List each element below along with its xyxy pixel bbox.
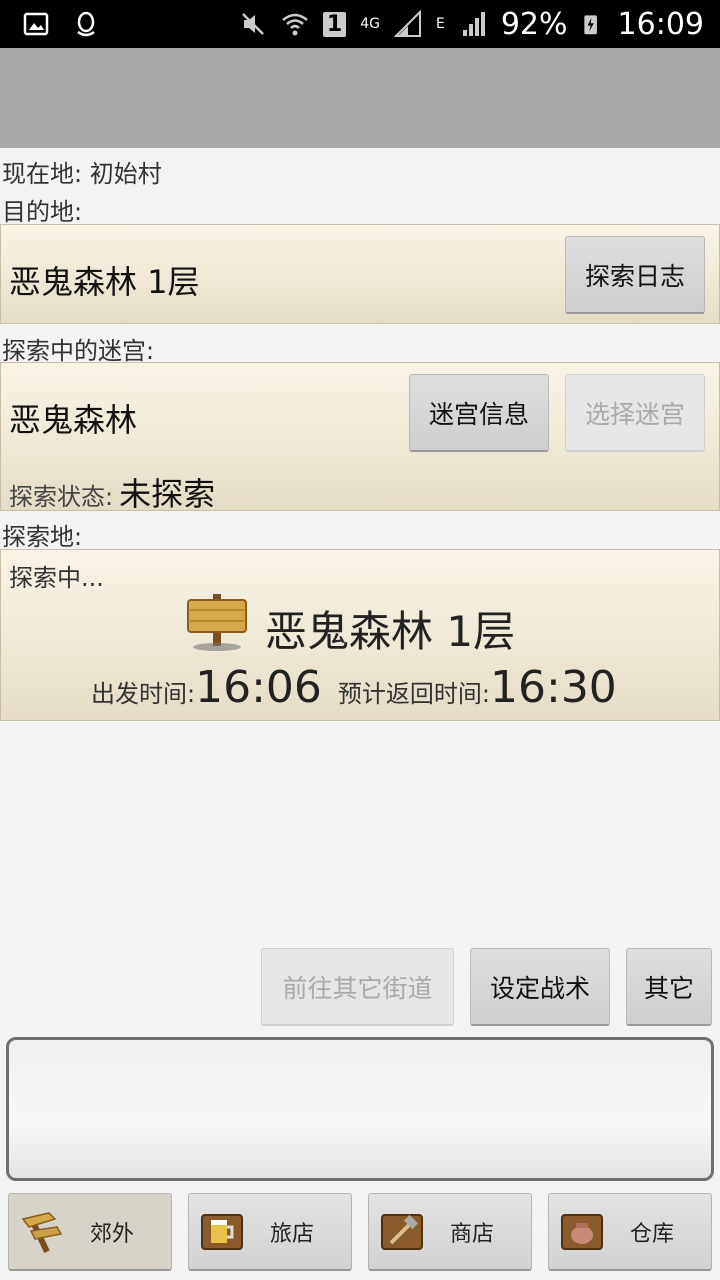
nav-item-outskirts[interactable]: 郊外 [8,1193,172,1271]
signal-icon [393,10,421,37]
app-bar [0,48,720,148]
signpost-icon [187,594,247,651]
nav-label-warehouse: 仓库 [629,1221,674,1247]
qq-icon [77,11,95,37]
destination-panel: 恶鬼森林 1层 探索日志 [0,224,720,324]
explore-status-value: 未探索 [119,475,216,513]
time-row: 出发时间: 16:06 预计返回时间: 16:30 [91,662,617,713]
explore-log-button[interactable]: 探索日志 [565,236,705,314]
maze-label: 探索中的迷宫: [2,337,155,365]
select-maze-button[interactable]: 选择迷宫 [565,374,705,452]
explore-state: 探索中... [9,564,104,592]
clock: 16:09 [617,6,704,42]
set-tactics-button[interactable]: 设定战术 [470,948,610,1026]
explore-panel: 探索中... 恶鬼森林 1层 出发时间: 16:06 预计返回时间: 16:30 [0,549,720,721]
gallery-icon [23,12,49,36]
maze-info-button[interactable]: 迷宫信息 [409,374,549,452]
nav-item-shop[interactable]: 商店 [368,1193,532,1271]
wifi-icon [282,13,308,36]
return-time: 16:30 [490,662,617,713]
maze-panel: 恶鬼森林 迷宫信息 选择迷宫 探索状态: 未探索 [0,362,720,513]
signpost-icon [21,1211,63,1253]
other-street-button[interactable]: 前往其它街道 [261,948,454,1026]
explore-status-label: 探索状态: [9,483,114,511]
maze-name: 恶鬼森林 [9,401,138,439]
nav-label-outskirts: 郊外 [89,1221,134,1247]
battery-charging-icon [583,15,597,35]
explore-status: 探索状态: 未探索 [9,469,215,515]
nav-label-inn: 旅店 [269,1221,314,1247]
network-e-label: E [435,16,445,32]
nav-label-shop: 商店 [449,1221,494,1247]
status-bar: 1 4G E 92% 16:09 [0,0,720,48]
battery-percent: 92% [500,6,568,42]
depart-label: 出发时间: [91,680,196,708]
destination-name: 恶鬼森林 1层 [9,263,200,301]
return-label: 预计返回时间: [337,680,490,708]
depart-time: 16:06 [195,662,322,713]
current-location: 现在地: 初始村 [2,160,162,188]
explore-label: 探索地: [2,523,83,551]
network-4g-label: 4G [360,16,380,32]
bottom-nav: 郊外 旅店 商店 仓库 [0,1185,720,1280]
other-button[interactable]: 其它 [626,948,712,1026]
explore-place: 恶鬼森林 1层 [265,607,516,656]
hammer-icon [381,1213,423,1250]
beer-mug-icon [201,1213,243,1250]
mute-icon [242,13,264,35]
message-box[interactable] [6,1037,714,1181]
signal-icon-2 [462,12,485,36]
pot-icon [561,1213,603,1250]
nav-item-warehouse[interactable]: 仓库 [548,1193,712,1271]
sim-badge: 1 [322,11,347,37]
nav-item-inn[interactable]: 旅店 [188,1193,352,1271]
destination-label: 目的地: [2,198,83,226]
